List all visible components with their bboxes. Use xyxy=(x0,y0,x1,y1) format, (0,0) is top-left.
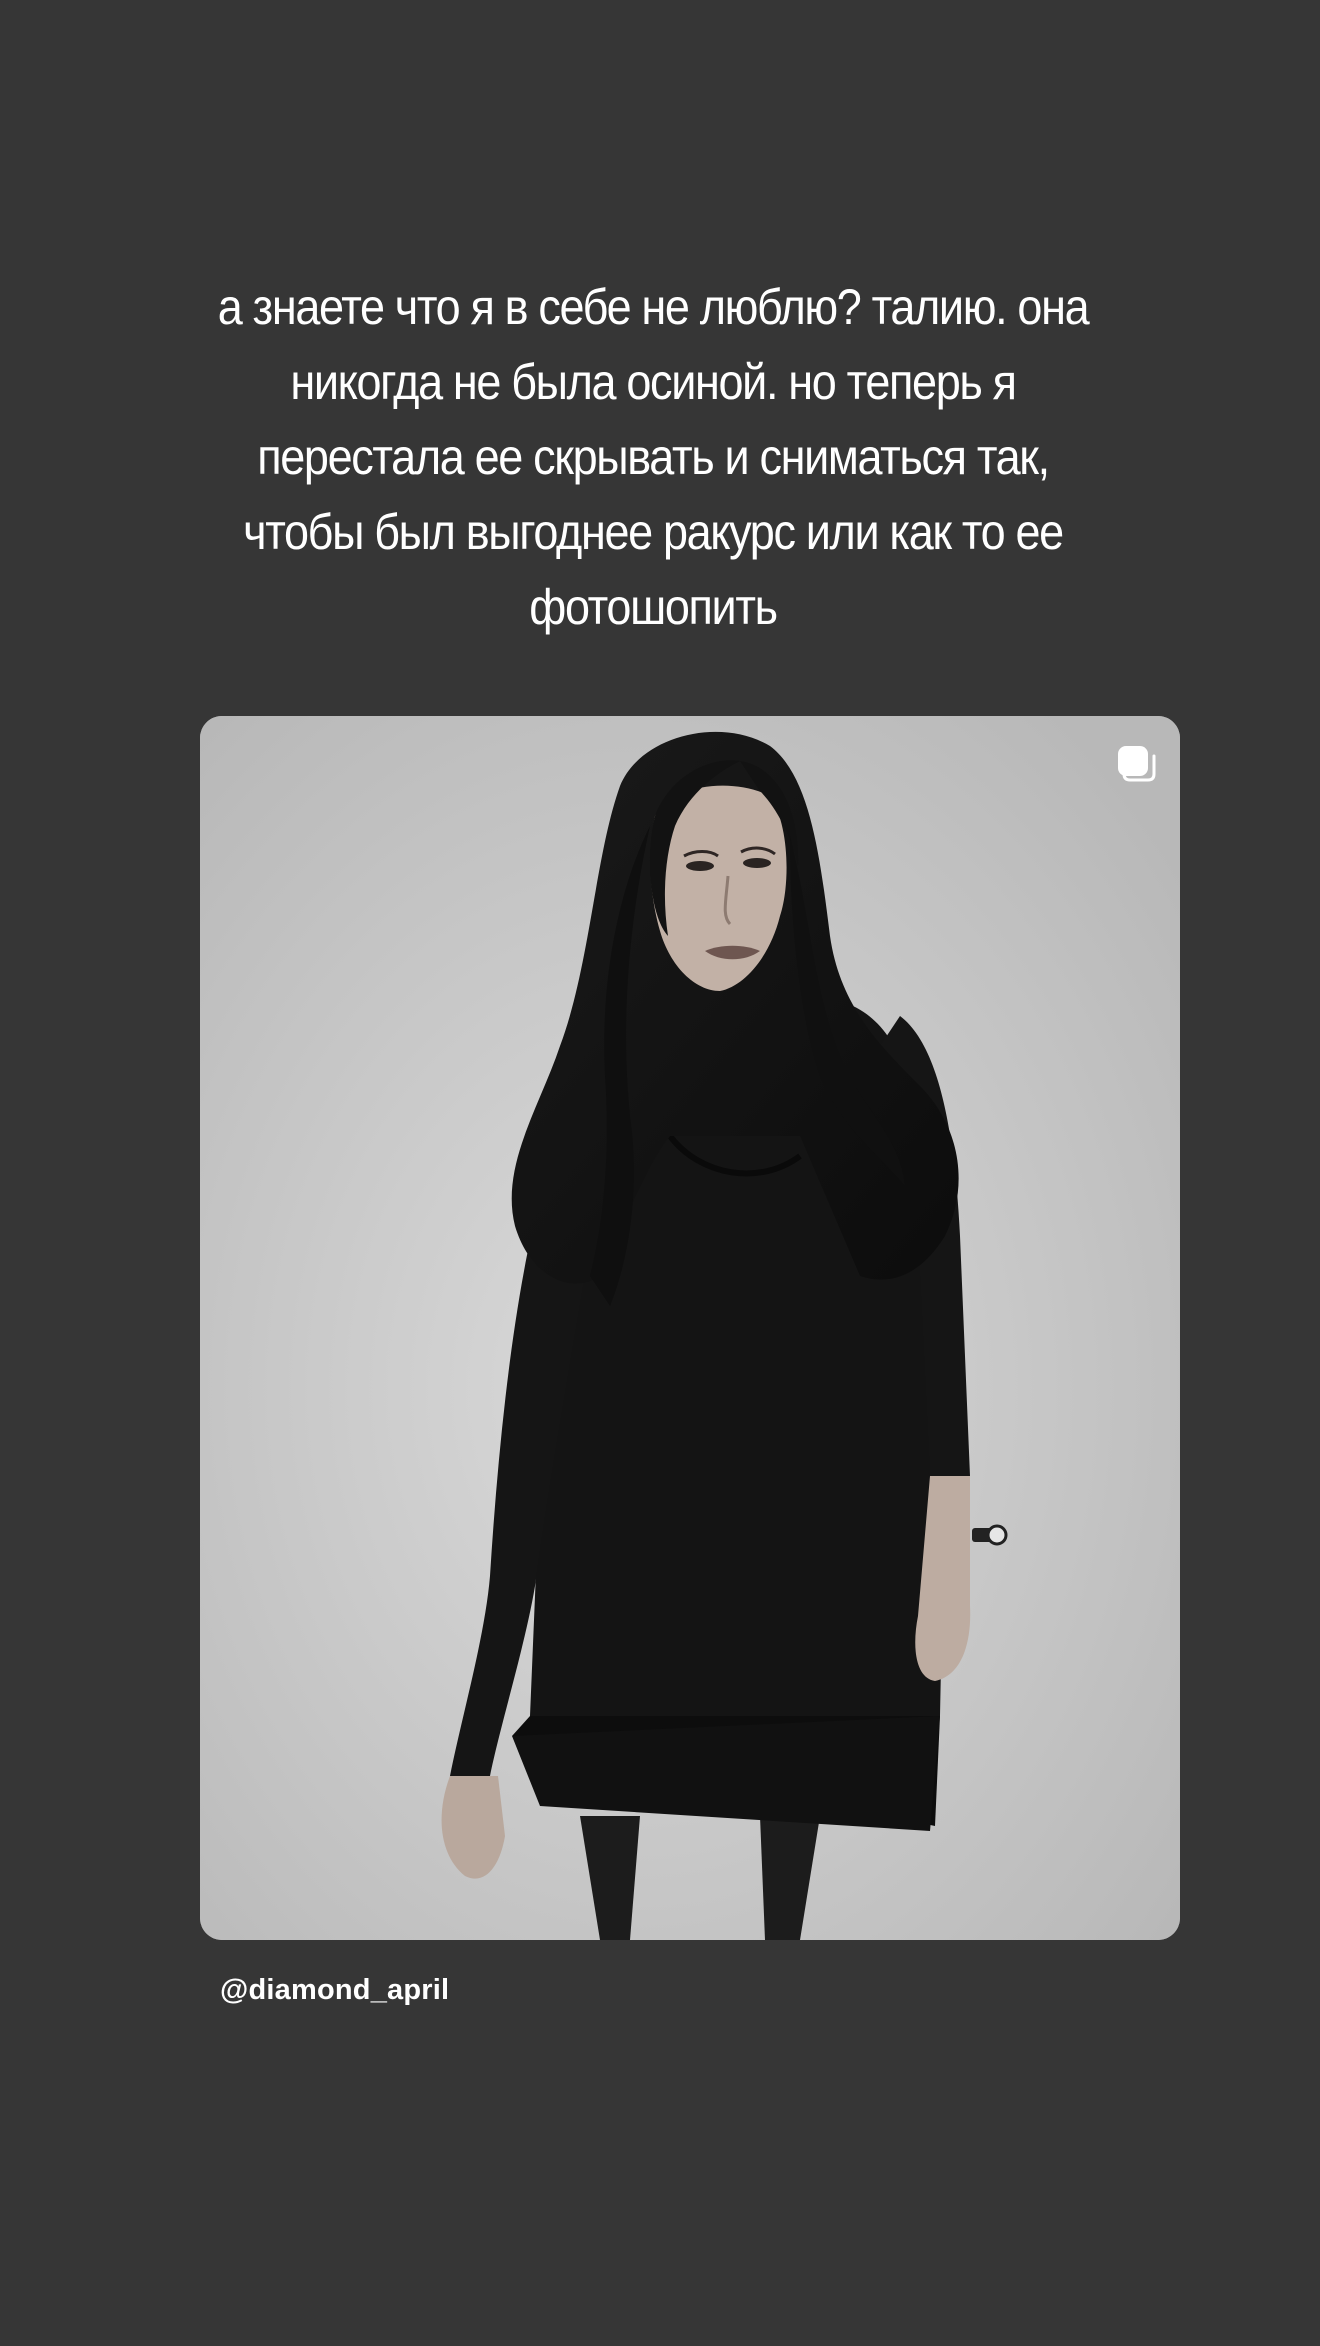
mention-username[interactable]: @diamond_april xyxy=(220,1974,449,2007)
caption-line: а знаете что я в себе не люблю? талию. о… xyxy=(217,279,1090,335)
caption-line: перестала ее скрывать и сниматься так, xyxy=(257,429,1050,485)
story-caption: а знаете что я в себе не люблю? талию. о… xyxy=(173,270,1132,645)
caption-line: фотошопить xyxy=(529,579,778,635)
caption-line: никогда не была осиной. но теперь я xyxy=(290,354,1017,410)
portrait-photo xyxy=(200,716,1180,1940)
shared-post-photo[interactable] xyxy=(200,716,1180,1940)
multiple-posts-icon xyxy=(1118,746,1156,782)
caption-line: чтобы был выгоднее ракурс или как то ее xyxy=(243,504,1064,560)
